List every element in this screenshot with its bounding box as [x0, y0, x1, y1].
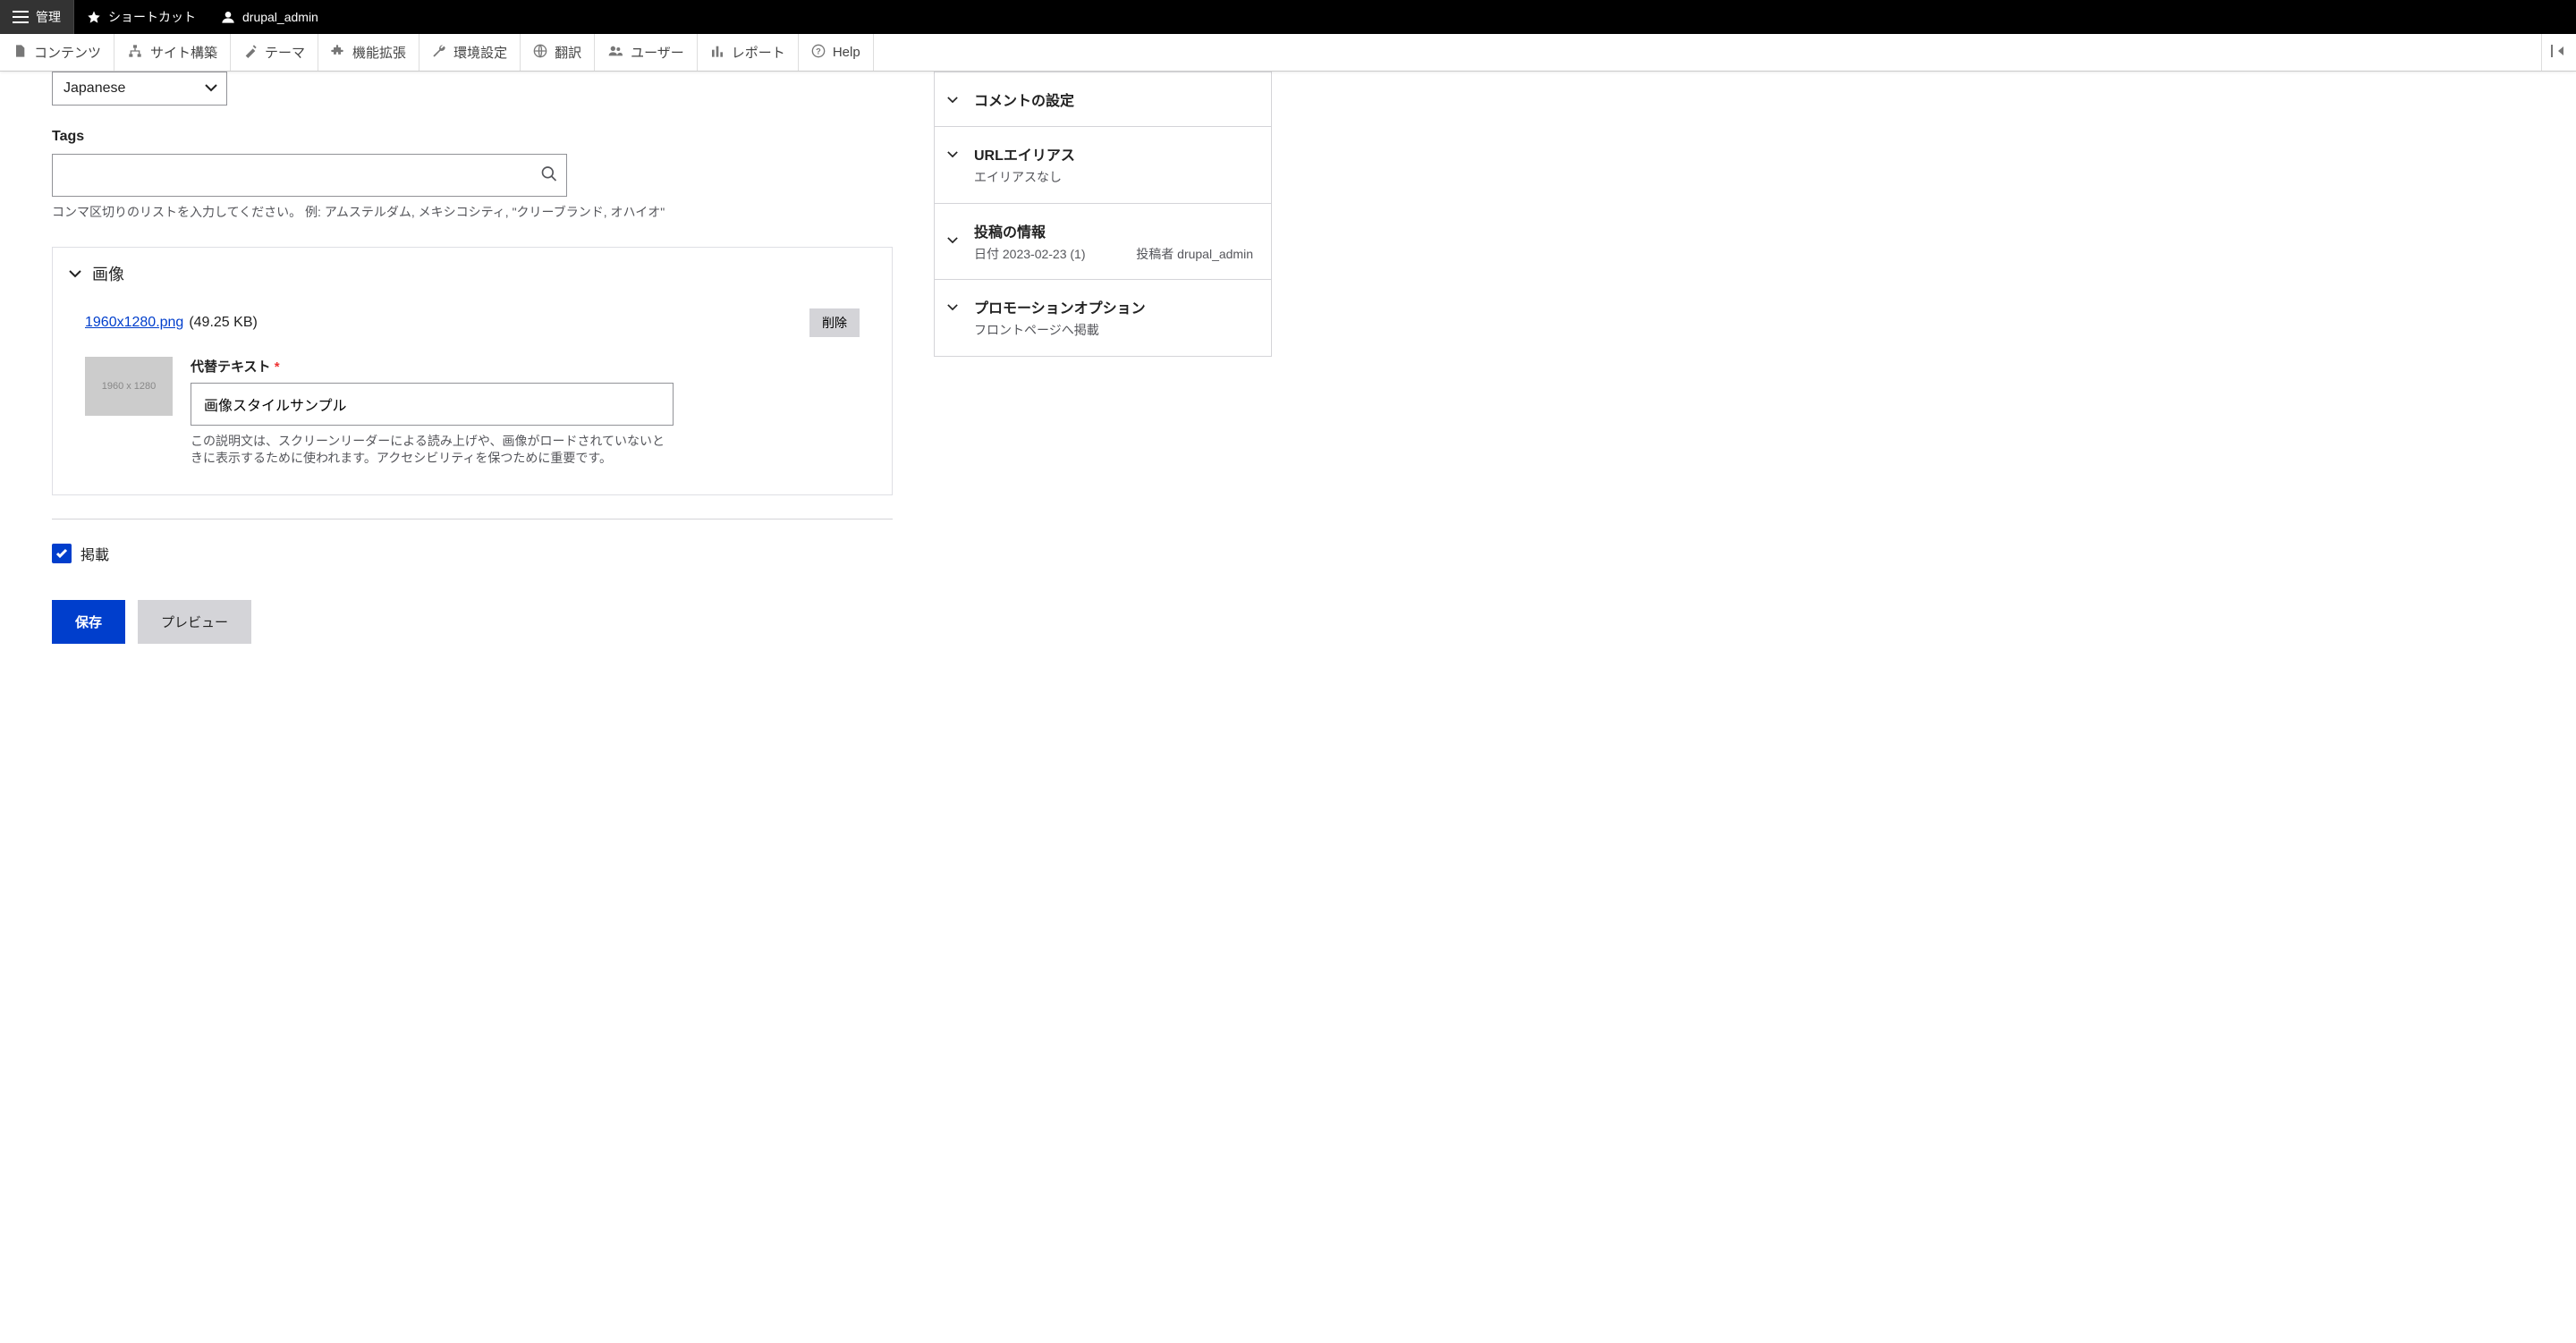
- menu-translate-label: 翻訳: [555, 43, 581, 62]
- sidebar-promotion-title: プロモーションオプション: [974, 296, 1253, 317]
- chevron-down-icon: [205, 80, 217, 97]
- image-fieldset-title: 画像: [92, 262, 124, 285]
- help-icon: ?: [811, 44, 826, 62]
- hamburger-icon: [13, 11, 29, 23]
- chevron-down-icon: [947, 147, 958, 161]
- menu-reports[interactable]: レポート: [698, 34, 799, 71]
- toolbar-manage-label: 管理: [36, 8, 61, 26]
- published-checkbox[interactable]: [52, 544, 72, 563]
- menu-help[interactable]: ? Help: [799, 34, 874, 71]
- sidebar: コメントの設定 URLエイリアス エイリアスなし 投稿の情報 日付 2023-0…: [934, 72, 1272, 357]
- toolbar-user[interactable]: drupal_admin: [208, 0, 331, 34]
- chevron-down-icon: [947, 232, 958, 247]
- sidebar-author-date: 日付 2023-02-23 (1): [974, 245, 1086, 263]
- barchart-icon: [710, 44, 724, 62]
- alt-text-label: 代替テキスト *: [191, 357, 860, 376]
- sidebar-url-alias-sub: エイリアスなし: [974, 168, 1253, 187]
- sidebar-comments[interactable]: コメントの設定: [935, 72, 1271, 126]
- tags-label: Tags: [52, 129, 893, 145]
- form-actions: 保存 プレビュー: [52, 600, 893, 644]
- toolbar-shortcuts-label: ショートカット: [108, 8, 196, 26]
- star-icon: [87, 10, 101, 24]
- published-row: 掲載: [52, 543, 893, 564]
- save-button[interactable]: 保存: [52, 600, 125, 644]
- globe-icon: [533, 44, 547, 62]
- chevron-down-icon: [947, 92, 958, 106]
- image-thumbnail: 1960 x 1280: [85, 357, 173, 416]
- menu-config[interactable]: 環境設定: [419, 34, 521, 71]
- sidebar-url-alias[interactable]: URLエイリアス エイリアスなし: [935, 126, 1271, 203]
- menu-appearance[interactable]: テーマ: [231, 34, 318, 71]
- menu-reports-label: レポート: [732, 43, 785, 62]
- file-icon: [13, 44, 27, 62]
- menu-people[interactable]: ユーザー: [595, 34, 698, 71]
- menu-content[interactable]: コンテンツ: [0, 34, 114, 71]
- tags-help: コンマ区切りのリストを入力してください。 例: アムステルダム, メキシコシティ…: [52, 204, 893, 222]
- people-icon: [607, 44, 623, 62]
- menu-extend-label: 機能拡張: [352, 43, 406, 62]
- toolbar-top: 管理 ショートカット drupal_admin: [0, 0, 2576, 34]
- tags-input[interactable]: [52, 154, 567, 197]
- image-fieldset-summary[interactable]: 画像: [53, 248, 892, 300]
- sitemap-icon: [127, 44, 143, 62]
- menu-collapse[interactable]: [2541, 34, 2576, 71]
- svg-text:?: ?: [816, 46, 821, 55]
- main-form: Japanese Tags コンマ区切りのリストを入力してください。 例: アム…: [52, 72, 893, 644]
- menu-content-label: コンテンツ: [34, 43, 101, 62]
- sidebar-author-info[interactable]: 投稿の情報 日付 2023-02-23 (1) 投稿者 drupal_admin: [935, 203, 1271, 279]
- admin-menu: コンテンツ サイト構築 テーマ 機能拡張 環境設定 翻訳 ユーザー レポート ?…: [0, 34, 2576, 72]
- menu-extend[interactable]: 機能拡張: [318, 34, 419, 71]
- language-select[interactable]: Japanese: [52, 72, 227, 106]
- published-label: 掲載: [80, 543, 109, 564]
- required-marker: *: [275, 359, 280, 375]
- user-icon: [221, 10, 235, 24]
- menu-translate[interactable]: 翻訳: [521, 34, 595, 71]
- alt-text-input[interactable]: [191, 383, 674, 426]
- image-fieldset: 画像 1960x1280.png (49.25 KB) 削除 1960 x 12…: [52, 247, 893, 495]
- menu-people-label: ユーザー: [631, 43, 684, 62]
- toolbar-manage[interactable]: 管理: [0, 0, 74, 34]
- chevron-down-icon: [69, 264, 81, 283]
- menu-appearance-label: テーマ: [265, 43, 305, 62]
- sidebar-author-title: 投稿の情報: [974, 220, 1253, 241]
- image-delete-button[interactable]: 削除: [809, 308, 860, 337]
- sidebar-promotion-sub: フロントページへ掲載: [974, 321, 1253, 340]
- toolbar-shortcuts[interactable]: ショートカット: [74, 0, 208, 34]
- menu-structure-label: サイト構築: [150, 43, 217, 62]
- menu-help-label: Help: [833, 45, 860, 60]
- puzzle-icon: [331, 44, 345, 62]
- autocomplete-search-icon[interactable]: [540, 165, 558, 186]
- toolbar-user-label: drupal_admin: [242, 10, 318, 24]
- image-file-link[interactable]: 1960x1280.png: [85, 315, 183, 331]
- image-file-size: (49.25 KB): [189, 315, 257, 331]
- wand-icon: [243, 44, 258, 62]
- sidebar-author-by: 投稿者 drupal_admin: [1136, 245, 1253, 263]
- menu-structure[interactable]: サイト構築: [114, 34, 231, 71]
- menu-config-label: 環境設定: [453, 43, 507, 62]
- sidebar-url-alias-title: URLエイリアス: [974, 143, 1253, 165]
- collapse-icon: [2551, 45, 2567, 60]
- sidebar-promotion[interactable]: プロモーションオプション フロントページへ掲載: [935, 279, 1271, 356]
- alt-text-help: この説明文は、スクリーンリーダーによる読み上げや、画像がロードされていないときに…: [191, 433, 674, 468]
- language-value: Japanese: [64, 80, 125, 97]
- chevron-down-icon: [947, 300, 958, 314]
- preview-button[interactable]: プレビュー: [138, 600, 251, 644]
- wrench-icon: [432, 44, 446, 62]
- sidebar-comments-title: コメントの設定: [974, 89, 1253, 110]
